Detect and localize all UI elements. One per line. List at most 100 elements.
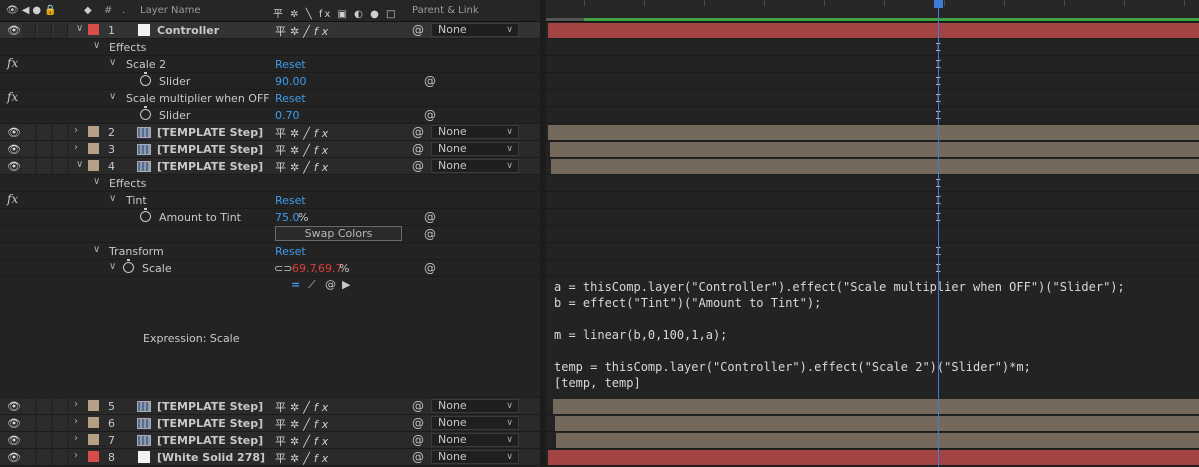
audio-cell[interactable]: [22, 433, 36, 448]
layer-name[interactable]: Controller: [157, 24, 219, 37]
visibility-eye-icon[interactable]: 👁: [7, 451, 21, 464]
layer-duration-bar[interactable]: [551, 159, 1199, 174]
layer-switches[interactable]: 平✲╱fx: [275, 142, 332, 158]
solo-cell[interactable]: [38, 125, 52, 140]
visibility-eye-icon[interactable]: 👁: [7, 434, 21, 447]
visibility-eye-icon[interactable]: 👁: [7, 126, 21, 139]
expression-line[interactable]: b = effect("Tint")("Amount to Tint");: [554, 295, 1125, 311]
parent-dropdown[interactable]: None ∨: [431, 159, 519, 173]
layer-name[interactable]: [TEMPLATE Step]: [157, 143, 263, 156]
property-row-scale[interactable]: ∨ Scale ⊂⊃ 69.7 , 69.7 % @: [0, 259, 540, 277]
time-ruler[interactable]: [546, 0, 1199, 22]
lock-cell[interactable]: [54, 450, 68, 465]
property-row-amount[interactable]: Amount to Tint 75.0 % @: [0, 208, 540, 226]
layer-row[interactable]: 👁 › 5 [TEMPLATE Step] 平✲╱fx @ None ∨: [0, 398, 540, 415]
expand-chevron-icon[interactable]: ›: [74, 399, 78, 410]
audio-cell[interactable]: [22, 416, 36, 431]
solo-cell[interactable]: [38, 416, 52, 431]
work-area-bar[interactable]: [584, 18, 1199, 21]
audio-cell[interactable]: [22, 450, 36, 465]
layer-switches[interactable]: 平✲╱fx: [275, 399, 332, 415]
layer-duration-bar[interactable]: [548, 450, 1199, 465]
fx-toggle-icon[interactable]: fx: [7, 90, 18, 104]
layer-row[interactable]: 👁 › 2 [TEMPLATE Step] 平✲╱fx @ None ∨: [0, 124, 540, 141]
effects-group-row[interactable]: ∨ Effects: [0, 175, 540, 192]
audio-cell[interactable]: [22, 142, 36, 157]
reset-link[interactable]: Reset: [275, 92, 306, 105]
lock-cell[interactable]: [54, 125, 68, 140]
amount-value[interactable]: 75.0: [275, 211, 300, 224]
slider-value[interactable]: 0.70: [275, 109, 300, 122]
layer-row[interactable]: 👁 › 8 [White Solid 278] 平✲╱fx @ None ∨: [0, 449, 540, 466]
property-row-swap[interactable]: Swap Colors @: [0, 226, 540, 243]
pickwhip-icon[interactable]: @: [412, 125, 424, 139]
pickwhip-icon[interactable]: @: [325, 278, 336, 291]
solo-cell[interactable]: [38, 23, 52, 38]
transform-group-row[interactable]: ∨ Transform Reset: [0, 243, 540, 260]
visibility-eye-icon[interactable]: 👁: [7, 417, 21, 430]
audio-cell[interactable]: [22, 23, 36, 38]
lock-cell[interactable]: [54, 142, 68, 157]
lock-cell[interactable]: [54, 159, 68, 174]
chevron-down-icon[interactable]: ∨: [93, 176, 100, 187]
enable-expression-icon[interactable]: =: [291, 278, 300, 291]
layer-row[interactable]: 👁 › 7 [TEMPLATE Step] 平✲╱fx @ None ∨: [0, 432, 540, 449]
pickwhip-icon[interactable]: @: [424, 227, 436, 241]
pickwhip-icon[interactable]: @: [424, 108, 436, 122]
lock-cell[interactable]: [54, 23, 68, 38]
visibility-eye-icon[interactable]: 👁: [7, 24, 21, 37]
layer-name[interactable]: [TEMPLATE Step]: [157, 400, 263, 413]
swap-colors-button[interactable]: Swap Colors: [275, 226, 402, 241]
parent-dropdown[interactable]: None ∨: [431, 23, 519, 37]
layer-switches[interactable]: 平✲╱fx: [275, 125, 332, 141]
layer-name-header[interactable]: Layer Name: [140, 5, 201, 16]
expression-editor[interactable]: a = thisComp.layer("Controller").effect(…: [554, 279, 1125, 391]
chevron-down-icon[interactable]: ∨: [109, 91, 116, 102]
expand-chevron-icon[interactable]: ›: [74, 450, 78, 461]
layer-duration-bar[interactable]: [548, 125, 1199, 140]
expand-chevron-icon[interactable]: ›: [74, 125, 78, 136]
label-color-swatch[interactable]: [88, 451, 99, 462]
visibility-eye-icon[interactable]: 👁: [7, 143, 21, 156]
layer-duration-bar[interactable]: [555, 416, 1199, 431]
layer-switches[interactable]: 平✲╱fx: [275, 416, 332, 432]
layer-duration-bar[interactable]: [548, 23, 1199, 38]
expression-line[interactable]: m = linear(b,0,100,1,a);: [554, 327, 1125, 343]
pickwhip-icon[interactable]: @: [424, 74, 436, 88]
label-color-swatch[interactable]: [88, 417, 99, 428]
solo-cell[interactable]: [38, 450, 52, 465]
pickwhip-icon[interactable]: @: [412, 159, 424, 173]
lock-cell[interactable]: [54, 433, 68, 448]
graph-icon[interactable]: ⟋: [308, 278, 316, 292]
stopwatch-icon[interactable]: [140, 72, 151, 86]
expand-chevron-icon[interactable]: ›: [74, 142, 78, 153]
audio-cell[interactable]: [22, 125, 36, 140]
label-icon[interactable]: ◆: [84, 5, 92, 16]
layer-duration-bar[interactable]: [556, 433, 1199, 448]
effect-row-scale-mult[interactable]: fx ∨ Scale multiplier when OFF Reset: [0, 90, 540, 107]
lock-cell[interactable]: [54, 399, 68, 414]
pickwhip-icon[interactable]: @: [412, 399, 424, 413]
layer-switches[interactable]: 平✲╱fx: [275, 159, 332, 175]
solo-cell[interactable]: [38, 433, 52, 448]
label-color-swatch[interactable]: [88, 434, 99, 445]
layer-row[interactable]: 👁 ∨ 4 [TEMPLATE Step] 平✲╱fx @ None ∨: [0, 158, 540, 175]
reset-link[interactable]: Reset: [275, 245, 306, 258]
expression-line[interactable]: [temp, temp]: [554, 375, 1125, 391]
playhead-handle[interactable]: [934, 0, 943, 8]
solo-cell[interactable]: [38, 399, 52, 414]
chevron-down-icon[interactable]: ∨: [109, 193, 116, 204]
pickwhip-icon[interactable]: @: [412, 142, 424, 156]
solo-cell[interactable]: [38, 142, 52, 157]
audio-cell[interactable]: [22, 159, 36, 174]
solo-cell[interactable]: [38, 159, 52, 174]
layer-name[interactable]: [TEMPLATE Step]: [157, 126, 263, 139]
reset-link[interactable]: Reset: [275, 58, 306, 71]
label-color-swatch[interactable]: [88, 160, 99, 171]
parent-dropdown[interactable]: None ∨: [431, 125, 519, 139]
expression-line[interactable]: temp = thisComp.layer("Controller").effe…: [554, 359, 1125, 375]
language-menu-icon[interactable]: ▶: [342, 278, 350, 291]
pickwhip-icon[interactable]: @: [412, 433, 424, 447]
parent-dropdown[interactable]: None ∨: [431, 142, 519, 156]
parent-dropdown[interactable]: None ∨: [431, 399, 519, 413]
